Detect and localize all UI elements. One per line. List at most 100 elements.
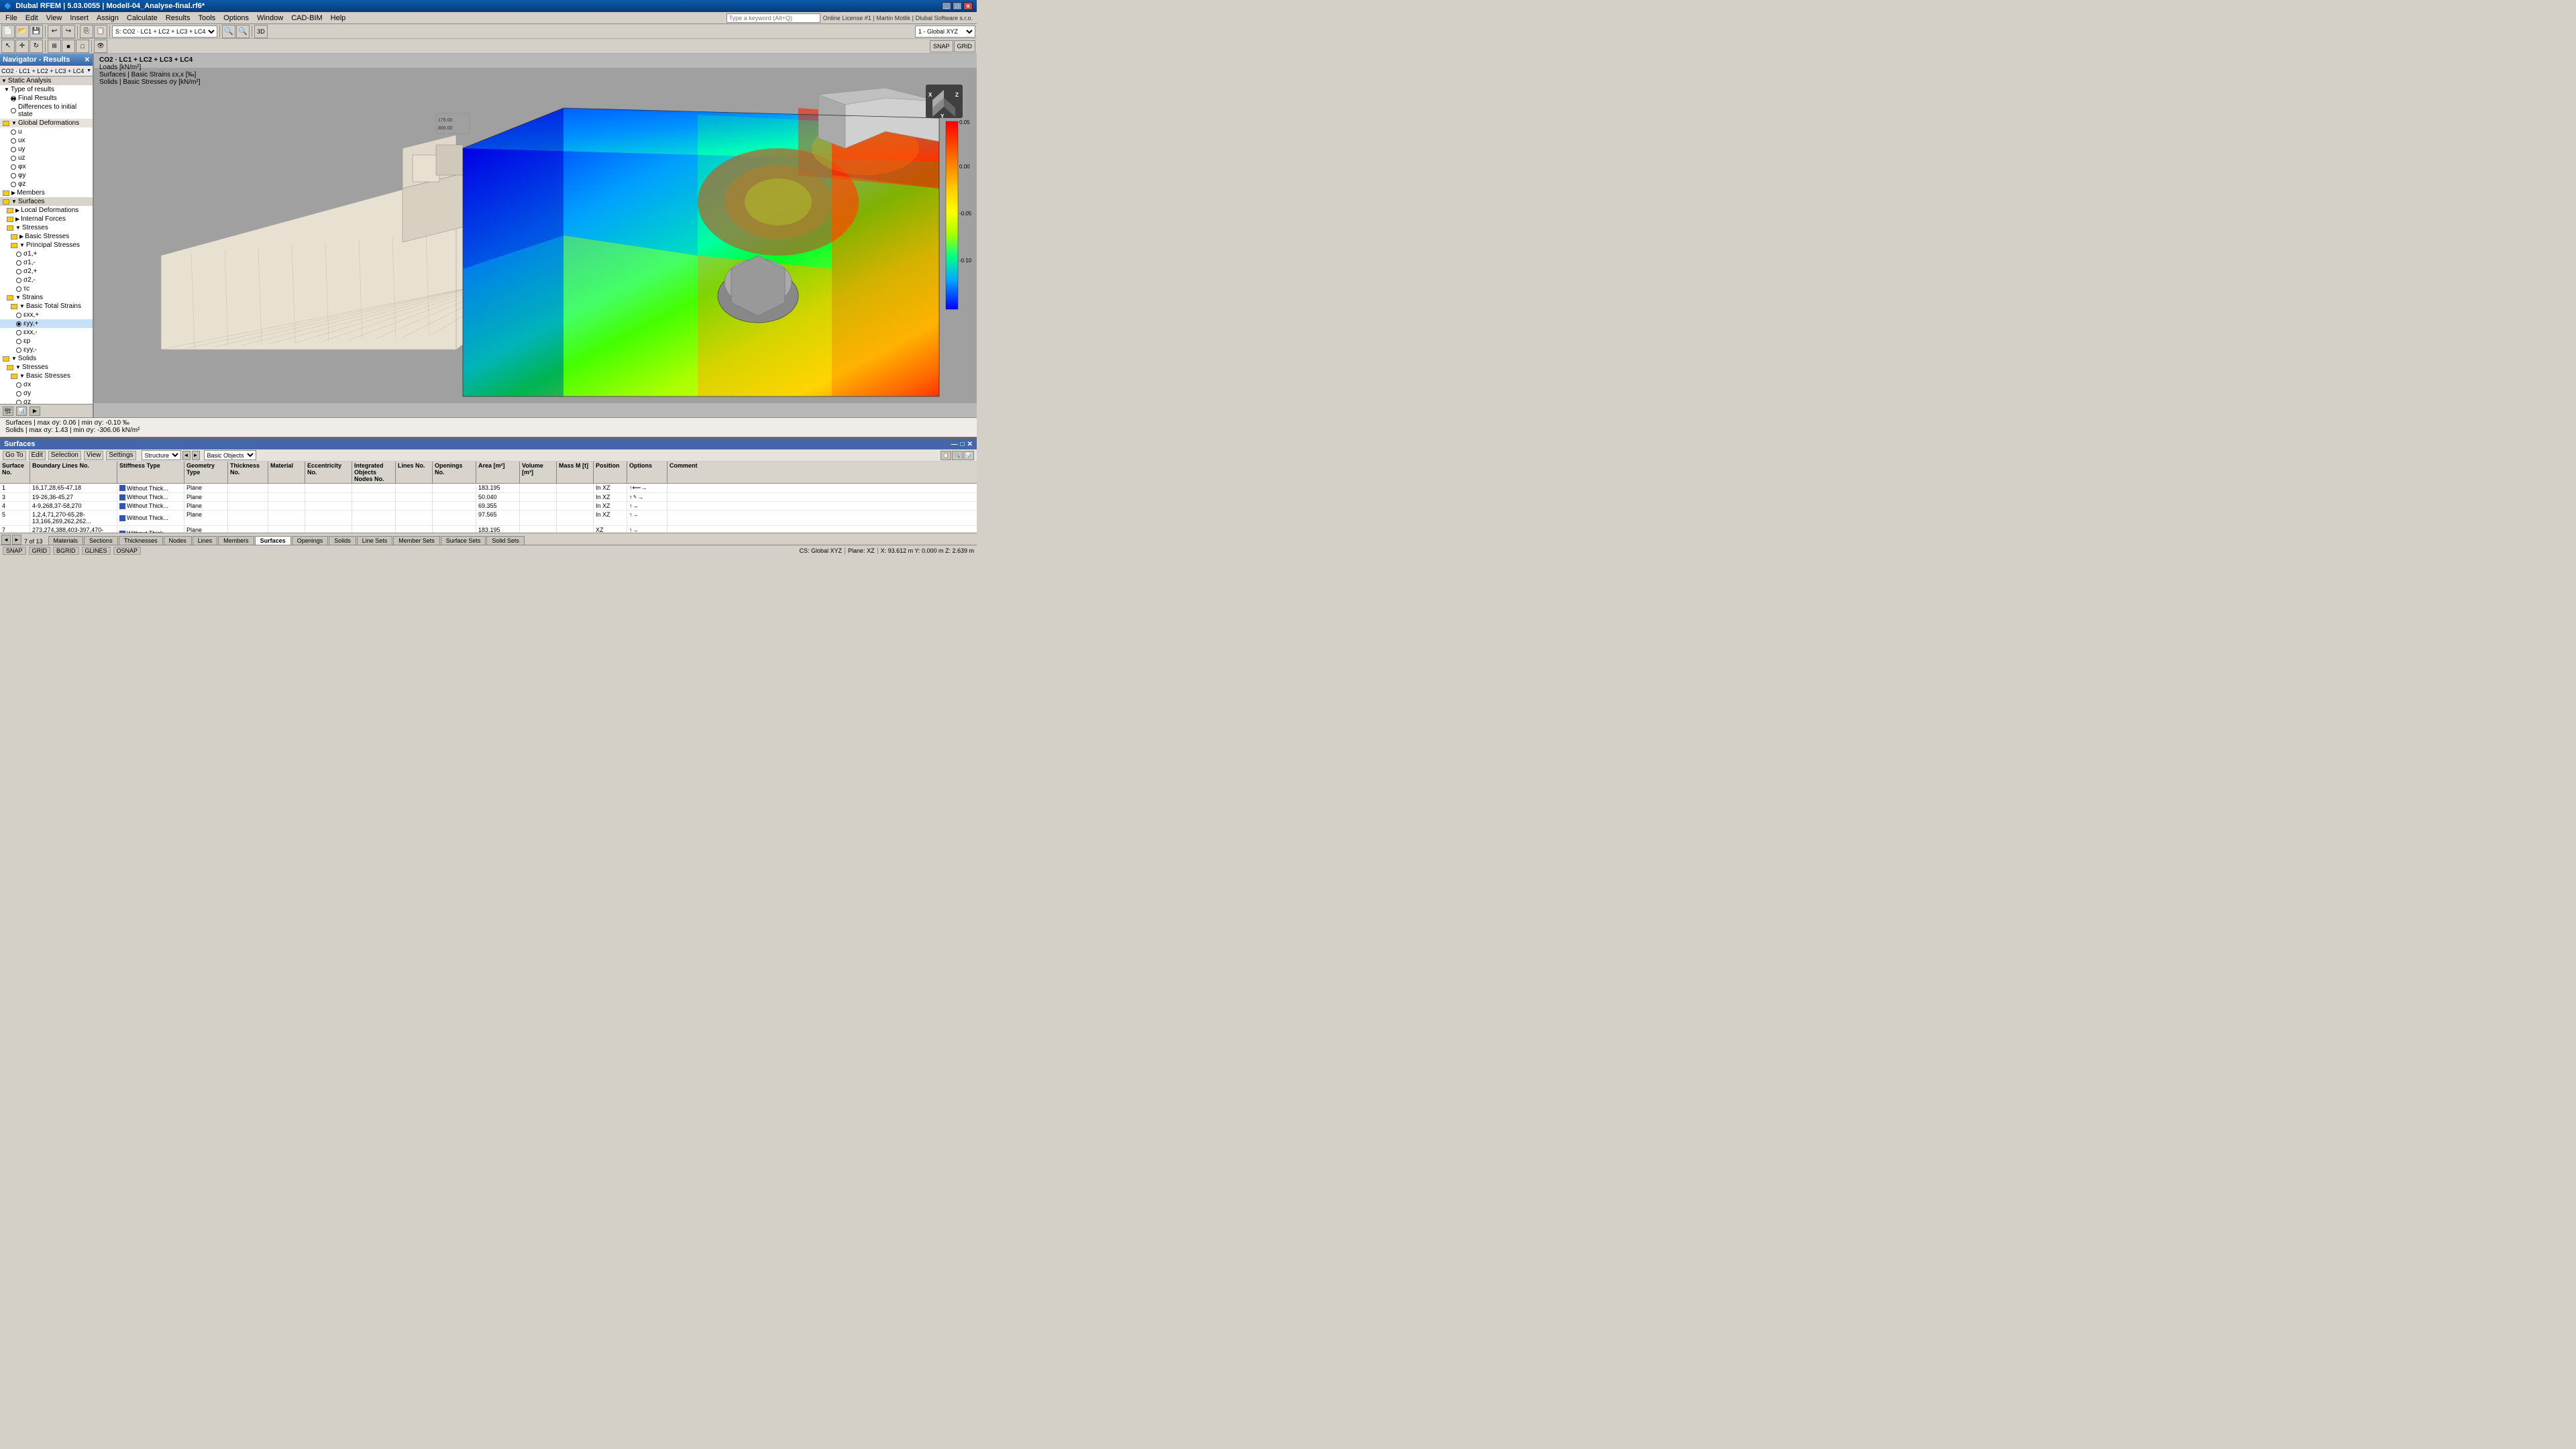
tab-solids[interactable]: Solids xyxy=(329,536,356,545)
tb-snap-toggle[interactable]: SNAP xyxy=(930,40,953,52)
menu-insert[interactable]: Insert xyxy=(66,13,93,23)
tab-sections[interactable]: Sections xyxy=(84,536,118,545)
status-glines[interactable]: GLINES xyxy=(82,547,111,555)
nav-sigma1plus[interactable]: σ1,+ xyxy=(0,250,93,258)
table-row-4[interactable]: 4 4-9,268,37-58,270 Without Thick... Pla… xyxy=(0,502,977,511)
tab-line-sets[interactable]: Line Sets xyxy=(357,536,393,545)
tab-nav-left[interactable]: ◄ xyxy=(1,535,11,545)
nav-uz[interactable]: uz xyxy=(0,154,93,162)
table-row-5[interactable]: 5 1,2,4,71,270-65,28-13,166,269,262,262.… xyxy=(0,511,977,526)
nav-phiz[interactable]: φz xyxy=(0,180,93,189)
menu-view[interactable]: View xyxy=(42,13,66,23)
nav-type-of-results[interactable]: ▼ Type of results xyxy=(0,85,93,94)
nav-static-analysis[interactable]: ▼ Static Analysis xyxy=(0,76,93,85)
tab-nodes[interactable]: Nodes xyxy=(164,536,192,545)
tab-surface-sets[interactable]: Surface Sets xyxy=(441,536,486,545)
nav-uy[interactable]: uy xyxy=(0,145,93,154)
tb-grid-toggle[interactable]: GRID xyxy=(954,40,976,52)
nav-global-deformations[interactable]: ▼ Global Deformations xyxy=(0,119,93,127)
load-case-combo[interactable]: S: CO2 · LC1 + LC2 + LC3 + LC4 xyxy=(112,25,217,38)
nav-basic-stresses[interactable]: ▶ Basic Stresses xyxy=(0,232,93,241)
tb-paste[interactable]: 📋 xyxy=(94,25,107,38)
nav-principal-stresses[interactable]: ▼ Principal Stresses xyxy=(0,241,93,250)
nav-sigma2plus[interactable]: σ2,+ xyxy=(0,267,93,276)
nav-icon-1[interactable]: 🏗 xyxy=(3,407,13,416)
tab-openings[interactable]: Openings xyxy=(292,536,329,545)
nav-solids[interactable]: ▼ Solids xyxy=(0,354,93,363)
table-row-7[interactable]: 7 273,274,388,403-397,470-459,275 Withou… xyxy=(0,526,977,533)
nav-members[interactable]: ▶ Members xyxy=(0,189,93,197)
structure-combo[interactable]: Structure xyxy=(142,450,181,460)
tb-view-3d[interactable]: 3D xyxy=(254,25,268,38)
nav-internal-forces[interactable]: ▶ Internal Forces xyxy=(0,215,93,223)
menu-help[interactable]: Help xyxy=(327,13,350,23)
settings-btn[interactable]: Settings xyxy=(106,451,136,460)
menu-file[interactable]: File xyxy=(1,13,21,23)
tb-open[interactable]: 📂 xyxy=(15,25,29,38)
tb-move[interactable]: ✛ xyxy=(15,40,29,53)
tb-zoom-in[interactable]: 🔍 xyxy=(222,25,235,38)
nav-differences[interactable]: Differences to initial state xyxy=(0,103,93,119)
nav-icon-2[interactable]: 📊 xyxy=(16,407,27,416)
menu-cad-bim[interactable]: CAD-BIM xyxy=(287,13,326,23)
menu-tools[interactable]: Tools xyxy=(194,13,219,23)
nav-solid-sigma-z[interactable]: σz xyxy=(0,398,93,404)
nav-solids-basic-stresses[interactable]: ▼ Basic Stresses xyxy=(0,372,93,380)
tb-copy[interactable]: ⎘ xyxy=(80,25,93,38)
nav-ux[interactable]: ux xyxy=(0,136,93,145)
tb-select[interactable]: ↖ xyxy=(1,40,15,53)
tb-small-1[interactable]: 📋 xyxy=(941,451,951,460)
nav-tauc[interactable]: τc xyxy=(0,284,93,293)
status-osnap[interactable]: OSNAP xyxy=(113,547,142,555)
nav-icon-3[interactable]: ▶ xyxy=(30,407,40,416)
tab-surfaces-active[interactable]: Surfaces xyxy=(255,536,291,545)
prev-item[interactable]: ◄ xyxy=(182,451,191,460)
panel-minimize[interactable]: — xyxy=(951,441,958,448)
menu-edit[interactable]: Edit xyxy=(21,13,42,23)
tb-display[interactable]: 👁 xyxy=(94,40,107,53)
nav-basic-total-strains[interactable]: ▼ Basic Total Strains xyxy=(0,302,93,311)
nav-phiy[interactable]: φy xyxy=(0,171,93,180)
nav-exx-plus[interactable]: εxx,+ xyxy=(0,311,93,319)
nav-sigma1minus[interactable]: σ1,- xyxy=(0,258,93,267)
tb-zoom-out[interactable]: 🔍 xyxy=(236,25,250,38)
tb-mesh[interactable]: ⊞ xyxy=(48,40,61,53)
basic-objects-combo[interactable]: Basic Objects xyxy=(204,450,256,460)
table-row-3[interactable]: 3 19-26,36-45,27 Without Thick... Plane … xyxy=(0,493,977,502)
status-snap[interactable]: SNAP xyxy=(3,547,26,555)
tab-members[interactable]: Members xyxy=(218,536,254,545)
global-search-input[interactable] xyxy=(727,13,820,23)
tab-lines[interactable]: Lines xyxy=(193,536,218,545)
next-item[interactable]: ► xyxy=(192,451,200,460)
tb-save[interactable]: 💾 xyxy=(30,25,43,38)
close-button[interactable]: ✕ xyxy=(963,2,973,10)
tb-small-3[interactable]: 📊 xyxy=(963,451,974,460)
tb-small-2[interactable]: 🔍 xyxy=(952,451,963,460)
status-grid[interactable]: GRID xyxy=(29,547,51,555)
view-btn[interactable]: View xyxy=(84,451,104,460)
navigator-combo[interactable]: CO2 · LC1 + LC2 + LC3 + LC4 ▼ xyxy=(0,66,93,76)
table-row-1[interactable]: 1 16,17,28,65-47,18 Without Thick... Pla… xyxy=(0,484,977,493)
tab-nav-right[interactable]: ► xyxy=(12,535,21,545)
tab-thicknesses[interactable]: Thicknesses xyxy=(119,536,163,545)
menu-window[interactable]: Window xyxy=(253,13,287,23)
goto-btn[interactable]: Go To xyxy=(3,451,26,460)
tb-new[interactable]: 📄 xyxy=(1,25,15,38)
tab-solid-sets[interactable]: Solid Sets xyxy=(486,536,525,545)
menu-assign[interactable]: Assign xyxy=(93,13,123,23)
menu-calculate[interactable]: Calculate xyxy=(123,13,162,23)
nav-strains[interactable]: ▼ Strains xyxy=(0,293,93,302)
nav-solid-sigma-y[interactable]: σy xyxy=(0,389,93,398)
nav-solid-sigma-x[interactable]: σx xyxy=(0,380,93,389)
status-bgrid[interactable]: BGRID xyxy=(53,547,79,555)
panel-close[interactable]: ✕ xyxy=(967,441,973,448)
selection-btn[interactable]: Selection xyxy=(48,451,81,460)
nav-final-results[interactable]: Final Results xyxy=(0,94,93,103)
menu-results[interactable]: Results xyxy=(162,13,195,23)
minimize-button[interactable]: _ xyxy=(942,2,951,10)
menu-options[interactable]: Options xyxy=(219,13,253,23)
maximize-button[interactable]: □ xyxy=(953,2,962,10)
tab-member-sets[interactable]: Member Sets xyxy=(393,536,440,545)
nav-exx-minus[interactable]: εxx,- xyxy=(0,328,93,337)
panel-maximize[interactable]: □ xyxy=(961,441,965,448)
